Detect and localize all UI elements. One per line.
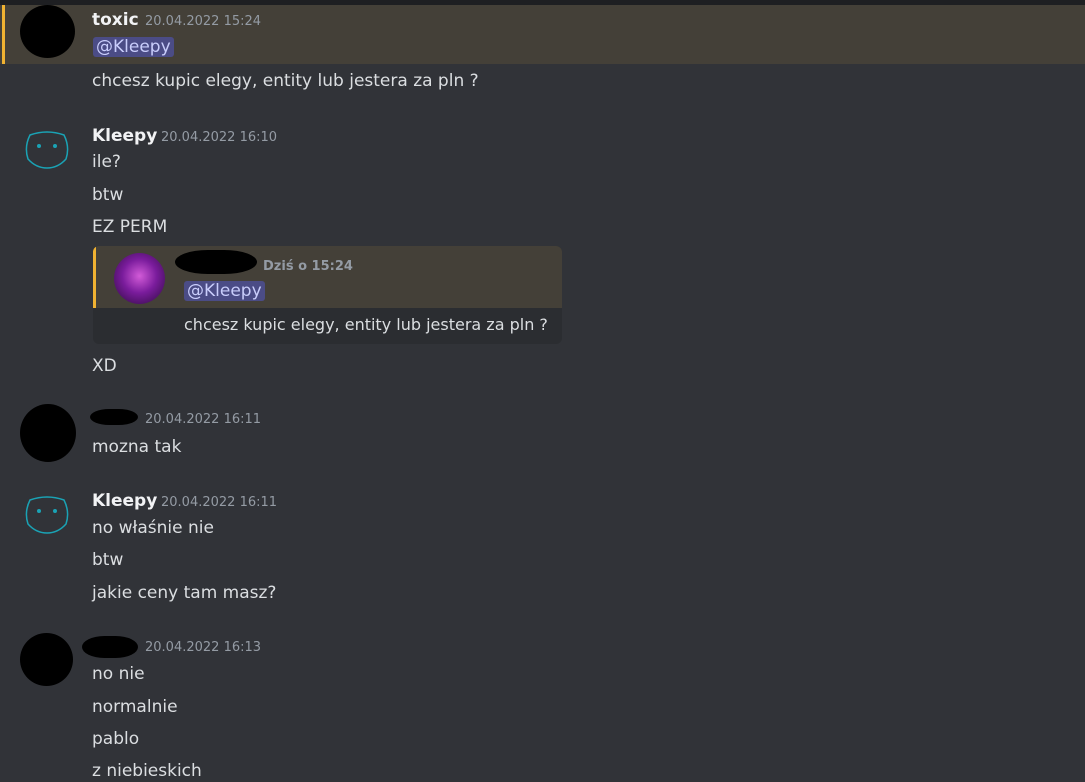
message-content: no właśnie nie bbox=[92, 518, 214, 538]
message-content: z niebieskich bbox=[92, 761, 202, 781]
message-timestamp: 20.04.2022 16:13 bbox=[145, 640, 262, 655]
message-content: XD bbox=[92, 356, 117, 376]
message-content: normalnie bbox=[92, 697, 178, 717]
message-timestamp: 20.04.2022 16:11 bbox=[161, 495, 278, 510]
avatar[interactable] bbox=[24, 131, 70, 175]
message-author[interactable]: Kleepy bbox=[92, 491, 157, 511]
user-mention[interactable]: @Kleepy bbox=[184, 281, 265, 301]
message-content: btw bbox=[92, 185, 124, 205]
message-content: chcesz kupic elegy, entity lub jestera z… bbox=[92, 71, 479, 91]
message-timestamp: 20.04.2022 16:10 bbox=[161, 130, 278, 145]
avatar[interactable] bbox=[24, 496, 70, 540]
avatar[interactable] bbox=[20, 5, 75, 58]
mention-highlight-bar bbox=[2, 5, 5, 64]
avatar[interactable] bbox=[20, 633, 73, 686]
message-timestamp: Dziś o 15:24 bbox=[263, 259, 353, 274]
redacted-username bbox=[175, 250, 257, 274]
message-content: no nie bbox=[92, 664, 145, 684]
mention-highlight-bar bbox=[93, 246, 96, 308]
message-timestamp: 20.04.2022 15:24 bbox=[145, 14, 262, 29]
message-content: EZ PERM bbox=[92, 217, 168, 237]
message-content: ile? bbox=[92, 152, 121, 172]
message-content: pablo bbox=[92, 729, 140, 749]
message-content: jakie ceny tam masz? bbox=[92, 583, 277, 603]
message-timestamp: 20.04.2022 16:11 bbox=[145, 412, 262, 427]
redacted-username bbox=[82, 636, 138, 658]
message-content: btw bbox=[92, 550, 124, 570]
message-content: chcesz kupic elegy, entity lub jestera z… bbox=[184, 315, 548, 334]
avatar[interactable] bbox=[114, 253, 165, 304]
robot-avatar-icon bbox=[25, 496, 69, 534]
redacted-username bbox=[90, 409, 138, 425]
message-author[interactable]: Kleepy bbox=[92, 126, 157, 146]
quoted-message-card[interactable]: Dziś o 15:24 @Kleepy chcesz kupic elegy,… bbox=[93, 246, 562, 344]
message-content: mozna tak bbox=[92, 437, 182, 457]
avatar[interactable] bbox=[20, 404, 76, 462]
message-author[interactable]: toxic bbox=[92, 10, 139, 30]
user-mention[interactable]: @Kleepy bbox=[93, 37, 174, 57]
robot-avatar-icon bbox=[25, 131, 69, 169]
